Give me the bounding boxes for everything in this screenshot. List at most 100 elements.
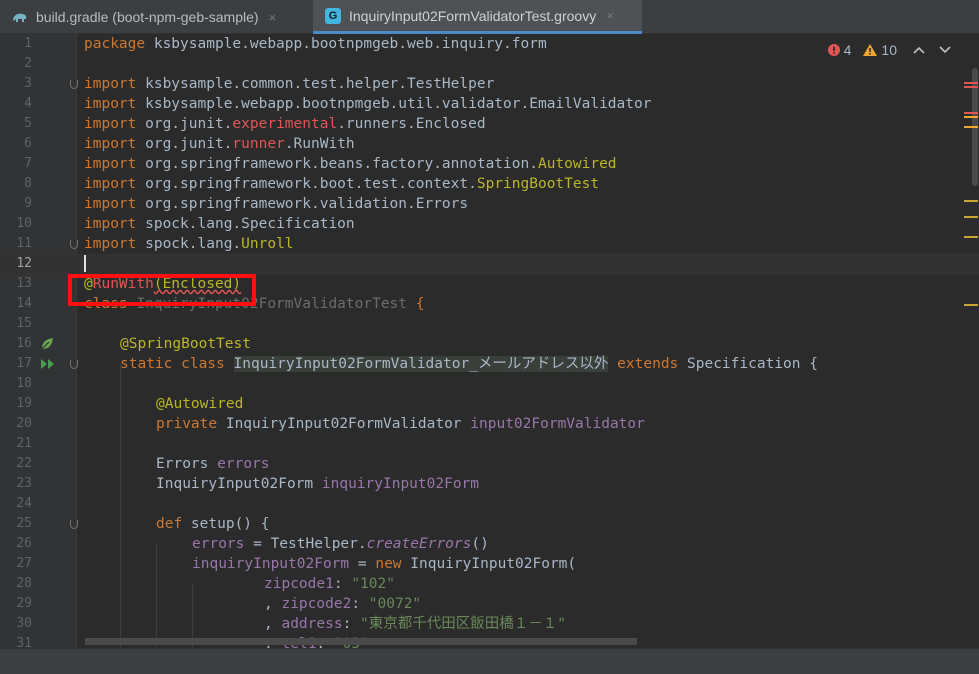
warning-marker[interactable] [964, 216, 978, 218]
line-number: 11 [16, 236, 32, 251]
warning-icon [863, 44, 878, 56]
inspection-widget[interactable]: 4 10 [827, 42, 951, 58]
close-tab-icon[interactable]: × [606, 8, 614, 23]
import-path: org.junit. [136, 116, 233, 132]
tab-build-gradle[interactable]: build.gradle (boot-npm-geb-sample) × [0, 0, 312, 34]
code-text: : [333, 576, 352, 592]
fold-marker-icon[interactable] [70, 520, 78, 529]
fold-marker-icon[interactable] [70, 80, 78, 89]
code-line: 5 import org.junit.experimental.runners.… [0, 114, 979, 134]
line-number: 20 [16, 416, 32, 431]
warning-marker[interactable] [964, 126, 978, 128]
fold-marker-icon[interactable] [70, 360, 78, 369]
line-number: 25 [16, 516, 32, 531]
type-name: InquiryInput02FormValidator [217, 416, 462, 432]
chevron-down-icon[interactable] [939, 46, 951, 54]
keyword: static class [120, 356, 225, 372]
error-marker[interactable] [964, 86, 978, 88]
line-number: 31 [16, 636, 32, 648]
close-tab-icon[interactable]: × [269, 10, 277, 25]
line-number: 28 [16, 576, 32, 591]
code-line: 17 static class InquiryInput02FormValida… [0, 354, 979, 374]
code-line: 29 , zipcode2: "0072" [0, 594, 979, 614]
gradle-elephant-icon [13, 13, 27, 22]
package-name: ksbysample.webapp.bootnpmgeb.web.inquiry… [145, 36, 547, 52]
warning-marker[interactable] [964, 116, 978, 118]
import-path: org.junit. [136, 136, 233, 152]
code-text: () [471, 536, 489, 552]
line-number: 21 [16, 436, 32, 451]
tab-label: InquiryInput02FormValidatorTest.groovy [349, 7, 597, 24]
annotation: @SpringBootTest [120, 336, 251, 352]
code-text: InquiryInput02Form( [401, 556, 577, 572]
keyword: import [84, 96, 137, 112]
warning-marker[interactable] [964, 236, 978, 238]
named-arg: zipcode2 [281, 596, 352, 612]
code-line: 6 import org.junit.runner.RunWith [0, 134, 979, 154]
string-literal: "東京都千代田区飯田橋１－１" [360, 616, 567, 632]
text-caret [84, 255, 86, 272]
unresolved-reference: runner [232, 136, 285, 152]
code-line: 19 @Autowired [0, 394, 979, 414]
error-marker[interactable] [964, 82, 978, 84]
line-number: 7 [24, 156, 32, 171]
code-line: 20 private InquiryInput02FormValidator i… [0, 414, 979, 434]
line-number: 18 [16, 376, 32, 391]
type-name: InquiryInput02Form [156, 476, 314, 492]
code-line: 16 @SpringBootTest [0, 334, 979, 354]
warning-marker[interactable] [964, 304, 978, 306]
code-line: 30 , address: "東京都千代田区飯田橋１－１" [0, 614, 979, 634]
string-literal: "102" [351, 576, 395, 592]
warning-marker[interactable] [964, 200, 978, 202]
error-stripe[interactable] [964, 34, 979, 648]
line-number: 29 [16, 596, 32, 611]
code-line: 24 [0, 494, 979, 514]
tab-inquiry-validator-test[interactable]: G InquiryInput02FormValidatorTest.groovy… [313, 0, 642, 34]
code-text: : [351, 596, 369, 612]
line-number: 22 [16, 456, 32, 471]
import-path: spock.lang. [136, 236, 242, 252]
warning-count: 10 [881, 42, 897, 58]
line-number: 6 [24, 136, 32, 151]
method-signature: setup() { [182, 516, 270, 532]
chevron-up-icon[interactable] [913, 46, 925, 54]
annotation-name: Autowired [537, 156, 617, 172]
class-name: InquiryInput02FormValidator_メールアドレス以外 [233, 356, 609, 372]
line-number: 14 [16, 296, 32, 311]
error-icon [827, 44, 840, 56]
run-test-icon[interactable] [40, 358, 56, 370]
annotation-name: SpringBootTest [476, 176, 600, 192]
line-number: 9 [24, 196, 32, 211]
tab-label: build.gradle (boot-npm-geb-sample) [36, 9, 259, 25]
code-line: 22 Errors errors [0, 454, 979, 474]
fold-marker-icon[interactable] [70, 240, 78, 249]
code-line: 11 import spock.lang.Unroll [0, 234, 979, 254]
horizontal-scrollbar[interactable] [85, 638, 637, 645]
current-line: 12 [0, 254, 979, 274]
error-marker[interactable] [964, 112, 978, 114]
import-path: org.springframework.beans.factory.annota… [136, 156, 538, 172]
code-line: 10 import spock.lang.Specification [0, 214, 979, 234]
import-path: ksbysample.webapp.bootnpmgeb.util.valida… [136, 96, 652, 112]
import-path: ksbysample.common.test.helper.TestHelper [136, 76, 495, 92]
line-number: 12 [16, 256, 32, 271]
code-text: = TestHelper. [244, 536, 367, 552]
line-number: 2 [24, 56, 32, 71]
field-name: input02FormValidator [470, 416, 645, 432]
code-editor[interactable]: 1 package ksbysample.webapp.bootnpmgeb.w… [0, 34, 979, 648]
keyword: extends [617, 356, 679, 372]
code-text: : [342, 616, 361, 632]
line-number: 26 [16, 536, 32, 551]
spring-bean-icon[interactable] [40, 337, 54, 351]
code-line: 25 def setup() { [0, 514, 979, 534]
unresolved-reference: experimental [232, 116, 338, 132]
superclass: Specification { [678, 356, 818, 372]
code-line: 8 import org.springframework.boot.test.c… [0, 174, 979, 194]
keyword: import [84, 216, 137, 232]
keyword: import [84, 76, 137, 92]
keyword: new [375, 556, 402, 572]
import-path: spock.lang.Specification [136, 216, 355, 232]
code-line: 27 inquiryInput02Form = new InquiryInput… [0, 554, 979, 574]
code-text: , [264, 596, 282, 612]
line-number: 15 [16, 316, 32, 331]
